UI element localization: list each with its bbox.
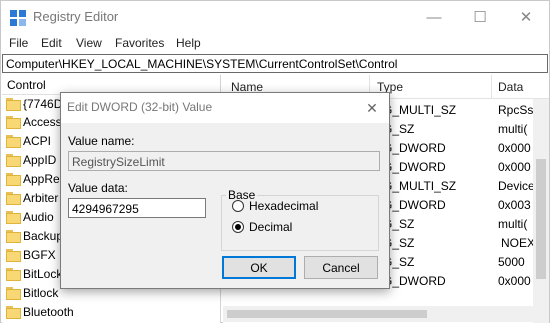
folder-icon: [6, 192, 21, 205]
folder-icon: [6, 230, 21, 243]
maximize-button[interactable]: ☐: [457, 1, 503, 33]
folder-icon: [6, 173, 21, 186]
dialog-title-bar: Edit DWORD (32-bit) Value ✕: [61, 93, 389, 123]
tree-item-label: {7746D: [23, 97, 63, 111]
close-button[interactable]: ✕: [503, 1, 549, 33]
tree-item-label: AppID: [23, 153, 57, 167]
folder-icon: [6, 211, 21, 224]
menu-edit[interactable]: Edit: [41, 36, 62, 50]
cell-data: 0x000: [498, 141, 531, 155]
menu-file[interactable]: File: [9, 36, 28, 50]
value-name-field: RegistrySizeLimit: [68, 151, 380, 171]
decimal-label[interactable]: Decimal: [249, 220, 292, 234]
dialog-close-button[interactable]: ✕: [355, 93, 389, 123]
tree-item-label: Arbiter: [23, 191, 59, 205]
cell-data: multi(: [498, 217, 528, 231]
tree-item-label: Bitlock: [23, 286, 59, 300]
cancel-label: Cancel: [322, 260, 360, 275]
cell-data: NOEX: [501, 236, 536, 250]
tree-item-label: Bluetooth: [23, 305, 74, 319]
edit-dword-dialog: Edit DWORD (32-bit) Value ✕ Value name: …: [60, 92, 390, 289]
scrollbar-thumb[interactable]: [227, 310, 427, 318]
tree-header-label: Control: [7, 78, 46, 92]
dialog-title: Edit DWORD (32-bit) Value: [67, 100, 213, 114]
folder-icon: [6, 116, 21, 129]
ok-label: OK: [250, 260, 268, 275]
cell-data: 0x000: [498, 274, 531, 288]
cell-data: 0x003: [498, 198, 531, 212]
cell-data: RpcSs: [498, 103, 534, 117]
folder-icon: [6, 135, 21, 148]
address-bar[interactable]: Computer\HKEY_LOCAL_MACHINE\SYSTEM\Curre…: [2, 54, 548, 73]
cell-data: Device: [498, 179, 535, 193]
window-title: Registry Editor: [33, 9, 119, 24]
minimize-button[interactable]: —: [411, 1, 457, 33]
tree-item-label: AppRe: [23, 172, 60, 186]
close-icon: ✕: [366, 99, 378, 116]
decimal-radio[interactable]: [232, 221, 244, 233]
folder-icon: [6, 154, 21, 167]
menu-view[interactable]: View: [76, 36, 102, 50]
ok-button[interactable]: OK: [222, 256, 296, 279]
tree-item[interactable]: Bluetooth: [2, 303, 220, 322]
address-path: Computer\HKEY_LOCAL_MACHINE\SYSTEM\Curre…: [6, 57, 398, 71]
menu-favorites[interactable]: Favorites: [115, 36, 164, 50]
column-divider[interactable]: [491, 75, 492, 99]
menu-help[interactable]: Help: [176, 36, 201, 50]
value-data-label: Value data:: [68, 181, 128, 195]
cell-data: 0x000: [498, 160, 531, 174]
folder-icon: [6, 249, 21, 262]
tree-item-label: Access: [23, 115, 62, 129]
vertical-scrollbar[interactable]: [533, 99, 549, 323]
registry-editor-window: Registry Editor — ☐ ✕ File Edit View Fav…: [0, 0, 550, 323]
title-bar: Registry Editor — ☐ ✕: [1, 1, 549, 33]
tree-item-label: BGFX: [23, 248, 56, 262]
cell-data: 5000: [498, 255, 525, 269]
close-icon: ✕: [519, 9, 533, 26]
folder-icon: [6, 98, 21, 111]
column-data[interactable]: Data: [498, 80, 523, 94]
registry-editor-icon: [10, 10, 26, 26]
hexadecimal-label[interactable]: Hexadecimal: [249, 199, 318, 213]
horizontal-scrollbar[interactable]: [223, 306, 533, 322]
folder-icon: [6, 287, 21, 300]
value-name-text: RegistrySizeLimit: [72, 155, 165, 169]
minimize-icon: —: [426, 8, 442, 26]
maximize-icon: ☐: [473, 9, 487, 26]
tree-item-label: BitLock: [23, 267, 63, 281]
cell-data: multi(: [498, 122, 528, 136]
folder-icon: [6, 306, 21, 319]
value-name-label: Value name:: [68, 134, 135, 148]
menu-bar: File Edit View Favorites Help: [1, 33, 549, 53]
cancel-button[interactable]: Cancel: [304, 256, 378, 279]
value-data-text: 4294967295: [72, 202, 139, 216]
value-data-input[interactable]: 4294967295: [68, 198, 206, 218]
tree-item-label: ACPI: [23, 134, 52, 148]
hexadecimal-radio[interactable]: [232, 200, 244, 212]
tree-item-label: Backup: [23, 229, 64, 243]
folder-icon: [6, 268, 21, 281]
scrollbar-thumb[interactable]: [536, 159, 546, 279]
tree-item-label: Audio: [23, 210, 54, 224]
